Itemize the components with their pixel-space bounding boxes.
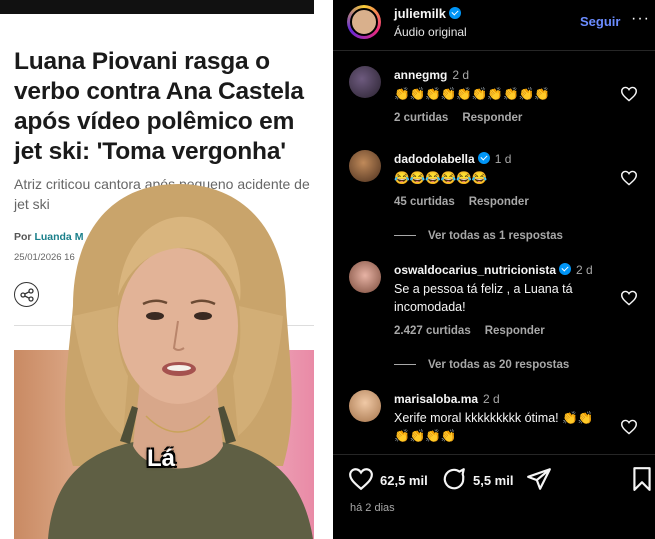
comment-text: 😂😂😂😂😂😂 xyxy=(394,171,488,185)
view-replies-button[interactable]: Ver todas as 20 respostas xyxy=(394,359,569,371)
article-headline: Luana Piovani rasga o verbo contra Ana C… xyxy=(14,48,304,165)
more-options-icon[interactable]: ··· xyxy=(631,10,650,28)
commenter-username[interactable]: annegmg 2 d xyxy=(394,68,469,82)
commenter-avatar[interactable] xyxy=(349,66,381,98)
comment-icon[interactable] xyxy=(441,466,467,492)
commenter-username[interactable]: marisaloba.ma 2 d xyxy=(394,392,500,406)
header-divider xyxy=(333,50,655,51)
comment-text: Se a pessoa tá feliz , a Luana tá incomo… xyxy=(394,282,573,314)
speaker-person xyxy=(48,184,313,539)
comment-meta: 45 curtidas Responder xyxy=(394,196,529,208)
posted-time: há 2 dias xyxy=(350,502,395,514)
comment-count[interactable]: 5,5 mil xyxy=(473,473,513,488)
heart-icon[interactable] xyxy=(620,419,638,435)
verified-badge-icon xyxy=(477,152,490,164)
replies-line xyxy=(394,235,416,237)
share-send-icon[interactable] xyxy=(526,466,552,492)
commenter-username[interactable]: dadodolabella 1 d xyxy=(394,152,511,166)
heart-icon[interactable] xyxy=(620,290,638,306)
follow-button[interactable]: Seguir xyxy=(580,14,620,29)
author-username[interactable]: juliemilk xyxy=(394,6,462,21)
commenter-avatar[interactable] xyxy=(349,150,381,182)
like-count[interactable]: 62,5 mil xyxy=(380,473,428,488)
commenter-username[interactable]: oswaldocarius_nutricionista 2 d xyxy=(394,263,593,277)
commenter-avatar[interactable] xyxy=(349,390,381,422)
view-replies-label[interactable]: Ver todas as 1 respostas xyxy=(428,230,563,242)
commenter-avatar[interactable] xyxy=(349,261,381,293)
author-avatar[interactable] xyxy=(347,5,381,39)
verified-badge-icon xyxy=(449,7,462,19)
verified-badge-icon xyxy=(559,263,572,275)
video-top-bar xyxy=(0,0,333,14)
comment-meta: 2 curtidas Responder xyxy=(394,112,522,124)
heart-icon[interactable] xyxy=(620,170,638,186)
heart-icon[interactable] xyxy=(620,86,638,102)
audio-label[interactable]: Áudio original xyxy=(394,25,467,39)
actions-divider xyxy=(333,454,655,455)
comment-text: 👏👏👏👏👏👏👏👏👏👏 xyxy=(394,87,550,101)
video-caption: Lá xyxy=(147,445,176,472)
post-actions: 62,5 mil 5,5 mil xyxy=(333,466,655,496)
comment-time: 2 d xyxy=(452,68,470,82)
post-header: juliemilk Áudio original Seguir ··· xyxy=(333,0,655,50)
view-replies-label[interactable]: Ver todas as 20 respostas xyxy=(428,359,569,371)
author-username-text[interactable]: juliemilk xyxy=(394,6,446,21)
comment-likes[interactable]: 45 curtidas xyxy=(394,196,455,208)
reply-button[interactable]: Responder xyxy=(462,112,522,124)
reply-button[interactable]: Responder xyxy=(469,196,529,208)
comment-time: 1 d xyxy=(494,152,512,166)
bookmark-icon[interactable] xyxy=(629,466,655,492)
comment-time: 2 d xyxy=(483,392,500,406)
comment-likes[interactable]: 2.427 curtidas xyxy=(394,325,471,337)
reel-video[interactable]: Luana Piovani rasga o verbo contra Ana C… xyxy=(0,0,333,539)
comment-text: Xerife moral kkkkkkkkk ótima! 👏👏👏👏👏👏 xyxy=(394,411,594,443)
comment-likes[interactable]: 2 curtidas xyxy=(394,112,448,124)
replies-line xyxy=(394,364,416,366)
video-right-edge xyxy=(314,0,333,539)
like-icon[interactable] xyxy=(348,466,374,492)
comments-panel: juliemilk Áudio original Seguir ··· anne… xyxy=(333,0,655,539)
comment-meta: 2.427 curtidas Responder xyxy=(394,325,545,337)
view-replies-button[interactable]: Ver todas as 1 respostas xyxy=(394,230,563,242)
comment-time: 2 d xyxy=(576,263,593,277)
reply-button[interactable]: Responder xyxy=(485,325,545,337)
